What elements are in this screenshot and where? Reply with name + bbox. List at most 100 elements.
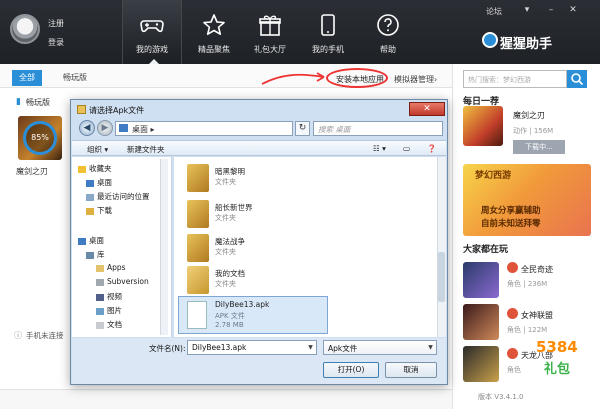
close-icon[interactable]: ✕: [566, 4, 580, 16]
folder-icon: [187, 200, 209, 228]
list-item[interactable]: 我的文档 文件夹: [181, 264, 331, 296]
list-item[interactable]: 船长新世界 文件夹: [181, 198, 331, 230]
organize-menu[interactable]: 组织 ▾: [87, 144, 108, 155]
game-thumbnail[interactable]: [463, 304, 499, 340]
nav-documents[interactable]: 文档: [96, 319, 122, 330]
desktop-icon: [86, 179, 94, 187]
folder-icon: [96, 278, 104, 286]
search-button[interactable]: [567, 70, 587, 88]
gamepad-icon: [140, 20, 164, 33]
game-thumbnail[interactable]: [463, 106, 503, 146]
nav-recent[interactable]: 最近访问的位置: [86, 191, 150, 202]
banner-title: 梦幻西游: [475, 171, 512, 181]
brand-name: 猩猩助手: [500, 37, 553, 52]
tab-help[interactable]: 帮助: [358, 0, 418, 64]
address-bar[interactable]: 桌面 ▸: [115, 121, 293, 136]
forward-button[interactable]: ▶: [97, 120, 113, 136]
game-category: 角色: [507, 366, 521, 374]
question-icon: [377, 14, 399, 36]
tab-my-games[interactable]: 我的游戏: [122, 0, 182, 64]
file-list-scrollbar[interactable]: [437, 157, 446, 337]
filetype-select[interactable]: Apk文件: [323, 340, 437, 355]
list-item[interactable]: 暗黑黎明 文件夹: [181, 162, 331, 194]
banner-line: 自前未知送拜零: [481, 219, 541, 229]
scrollbar-thumb[interactable]: [438, 252, 445, 302]
close-button[interactable]: ✕: [409, 102, 445, 116]
back-button[interactable]: ◀: [79, 120, 95, 136]
menu-icon[interactable]: ▾: [520, 4, 534, 16]
phone-small-icon: ▮: [16, 97, 21, 107]
cancel-button[interactable]: 取消: [385, 362, 437, 378]
nav-favorites[interactable]: 收藏夹: [78, 163, 112, 174]
chevron-down-icon[interactable]: ▼: [425, 341, 436, 354]
game-thumbnail[interactable]: [463, 346, 499, 382]
video-icon: [96, 293, 104, 301]
game-size: 236M: [527, 280, 548, 288]
search-input[interactable]: 热门搜索：梦幻西游: [463, 70, 567, 88]
search-icon: [571, 73, 584, 86]
nav-desktop[interactable]: 桌面: [86, 177, 112, 188]
game-meta: 动作 | 156M: [513, 127, 554, 135]
tab-label: 我的游戏: [136, 45, 168, 54]
game-meta: 角色: [507, 365, 521, 375]
nav-label: 库: [97, 250, 105, 259]
downloads-icon: [86, 207, 94, 215]
nav-label: 桌面: [89, 236, 104, 245]
search-input[interactable]: 搜索 桌面: [313, 121, 443, 136]
downloading-button[interactable]: 下载中...: [513, 140, 565, 154]
nav-videos[interactable]: 视频: [96, 291, 122, 302]
view-options-icon[interactable]: ☷ ▾: [373, 144, 386, 153]
nav-pictures[interactable]: 图片: [96, 305, 122, 316]
game-category: 动作: [513, 127, 527, 135]
nav-label: 文档: [107, 320, 122, 329]
emulator-manager-link[interactable]: 模拟器管理›: [394, 74, 437, 85]
top-bar: 注册 登录 我的游戏 精品聚焦 礼包大厅 我的手机 帮助 论坛 ▾ – ✕ 猩猩…: [0, 0, 600, 64]
nav-apps[interactable]: Apps: [96, 263, 126, 272]
tab-label: 帮助: [380, 45, 396, 54]
nav-scrollbar[interactable]: [160, 159, 168, 335]
minimize-icon[interactable]: –: [544, 4, 558, 16]
list-item[interactable]: 魔法战争 文件夹: [181, 232, 331, 264]
login-link[interactable]: 登录: [48, 37, 64, 48]
picture-icon: [96, 307, 104, 315]
forum-link[interactable]: 论坛: [486, 6, 502, 17]
open-button[interactable]: 打开(O): [323, 362, 379, 378]
game-name: 魔剑之刃: [16, 167, 48, 176]
game-category: 角色: [507, 326, 521, 334]
refresh-button[interactable]: ↻: [295, 121, 310, 136]
nav-desktop-root[interactable]: 桌面: [78, 235, 104, 246]
help-icon[interactable]: ❓: [427, 144, 436, 153]
new-folder-button[interactable]: 新建文件夹: [127, 144, 165, 155]
folder-icon: [187, 164, 209, 192]
folder-icon: [187, 234, 209, 262]
file-name: 魔法战争: [215, 237, 245, 246]
nav-label: 收藏夹: [89, 164, 112, 173]
chevron-down-icon[interactable]: ▼: [305, 341, 316, 354]
file-name: DilyBee13.apk: [215, 300, 270, 309]
preview-pane-icon[interactable]: ▭: [403, 144, 410, 153]
info-icon: ⓘ: [14, 331, 22, 340]
gift-badge-icon: [507, 308, 518, 319]
folder-icon: [77, 105, 86, 114]
nav-downloads[interactable]: 下载: [86, 205, 112, 216]
tab-gift-hall[interactable]: 礼包大厅: [240, 0, 300, 64]
library-icon: [86, 251, 94, 259]
nav-label: 最近访问的位置: [97, 192, 150, 201]
file-type: 文件夹: [215, 280, 236, 288]
nav-subversion[interactable]: Subversion: [96, 277, 149, 286]
user-avatar[interactable]: [10, 14, 40, 44]
game-thumbnail[interactable]: [463, 262, 499, 298]
subtab-fun-edition[interactable]: 畅玩版: [56, 70, 94, 86]
tab-my-phone[interactable]: 我的手机: [298, 0, 358, 64]
filename-input[interactable]: DilyBee13.apk: [187, 340, 317, 355]
nav-libraries[interactable]: 库: [86, 249, 105, 260]
selected-file-item[interactable]: DilyBee13.apk APK 文件 2.78 MB: [178, 296, 328, 334]
tab-featured[interactable]: 精品聚焦: [184, 0, 244, 64]
address-text: 桌面: [132, 125, 148, 134]
subtab-all[interactable]: 全部: [12, 70, 42, 86]
game-meta: 角色 | 122M: [507, 326, 548, 334]
promo-banner[interactable]: 梦幻西游 周女分享赢辅助 自前未知送拜零: [463, 164, 591, 236]
register-link[interactable]: 注册: [48, 18, 64, 29]
subtab-bar: 全部 畅玩版 安装本地应用 模拟器管理›: [0, 64, 452, 88]
organize-label: 组织: [87, 145, 102, 154]
